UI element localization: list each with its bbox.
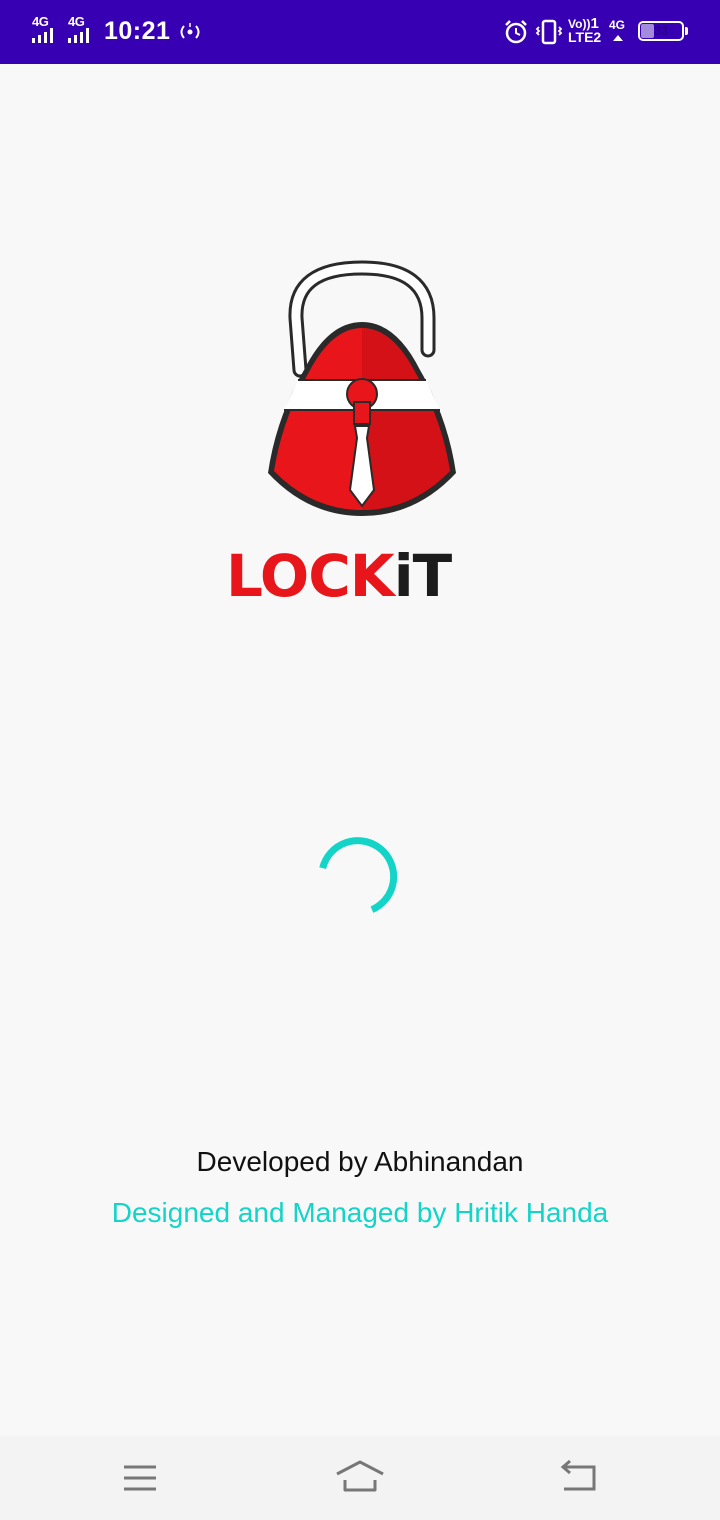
lte-label: LTE2 bbox=[568, 29, 602, 45]
wordmark-lock: LOCK bbox=[226, 550, 395, 602]
sim2-signal: 4G bbox=[68, 14, 100, 46]
wordmark-it: iT bbox=[393, 550, 452, 602]
data-activity-icon bbox=[613, 35, 623, 41]
data-network-label: 4G bbox=[609, 18, 626, 32]
data-network-indicator: 4G bbox=[609, 18, 626, 41]
home-icon[interactable] bbox=[330, 1454, 390, 1502]
sim2-network-label: 4G bbox=[68, 14, 85, 29]
signal-icon bbox=[68, 28, 89, 43]
alarm-icon bbox=[505, 20, 527, 44]
designer-credit: Designed and Managed by Hritik Handa bbox=[111, 1197, 609, 1228]
hotspot-icon bbox=[180, 23, 200, 39]
navigation-bar bbox=[0, 1436, 720, 1520]
status-bar: 4G 4G 10:21 Vo))1 LTE2 4G 33 bbox=[0, 0, 720, 64]
volte-indicator: Vo))1 LTE2 bbox=[568, 16, 602, 45]
menu-icon[interactable] bbox=[110, 1454, 170, 1502]
sim1-network-label: 4G bbox=[32, 14, 49, 29]
battery-icon: 33 bbox=[638, 21, 684, 41]
back-icon[interactable] bbox=[550, 1454, 610, 1502]
clock: 10:21 bbox=[104, 17, 171, 45]
developer-credit: Developed by Abhinandan bbox=[196, 1146, 524, 1177]
vibrate-icon bbox=[535, 19, 563, 45]
loading-spinner-icon bbox=[319, 837, 398, 913]
splash-screen: 4G 4G 10:21 Vo))1 LTE2 4G 33 LOCKiT Deve… bbox=[0, 0, 720, 1520]
signal-icon bbox=[32, 28, 53, 43]
sim1-signal: 4G bbox=[32, 14, 64, 46]
battery-level: 33 bbox=[653, 23, 669, 38]
battery-nub bbox=[685, 27, 688, 35]
app-wordmark: LOCKiT bbox=[226, 550, 506, 602]
